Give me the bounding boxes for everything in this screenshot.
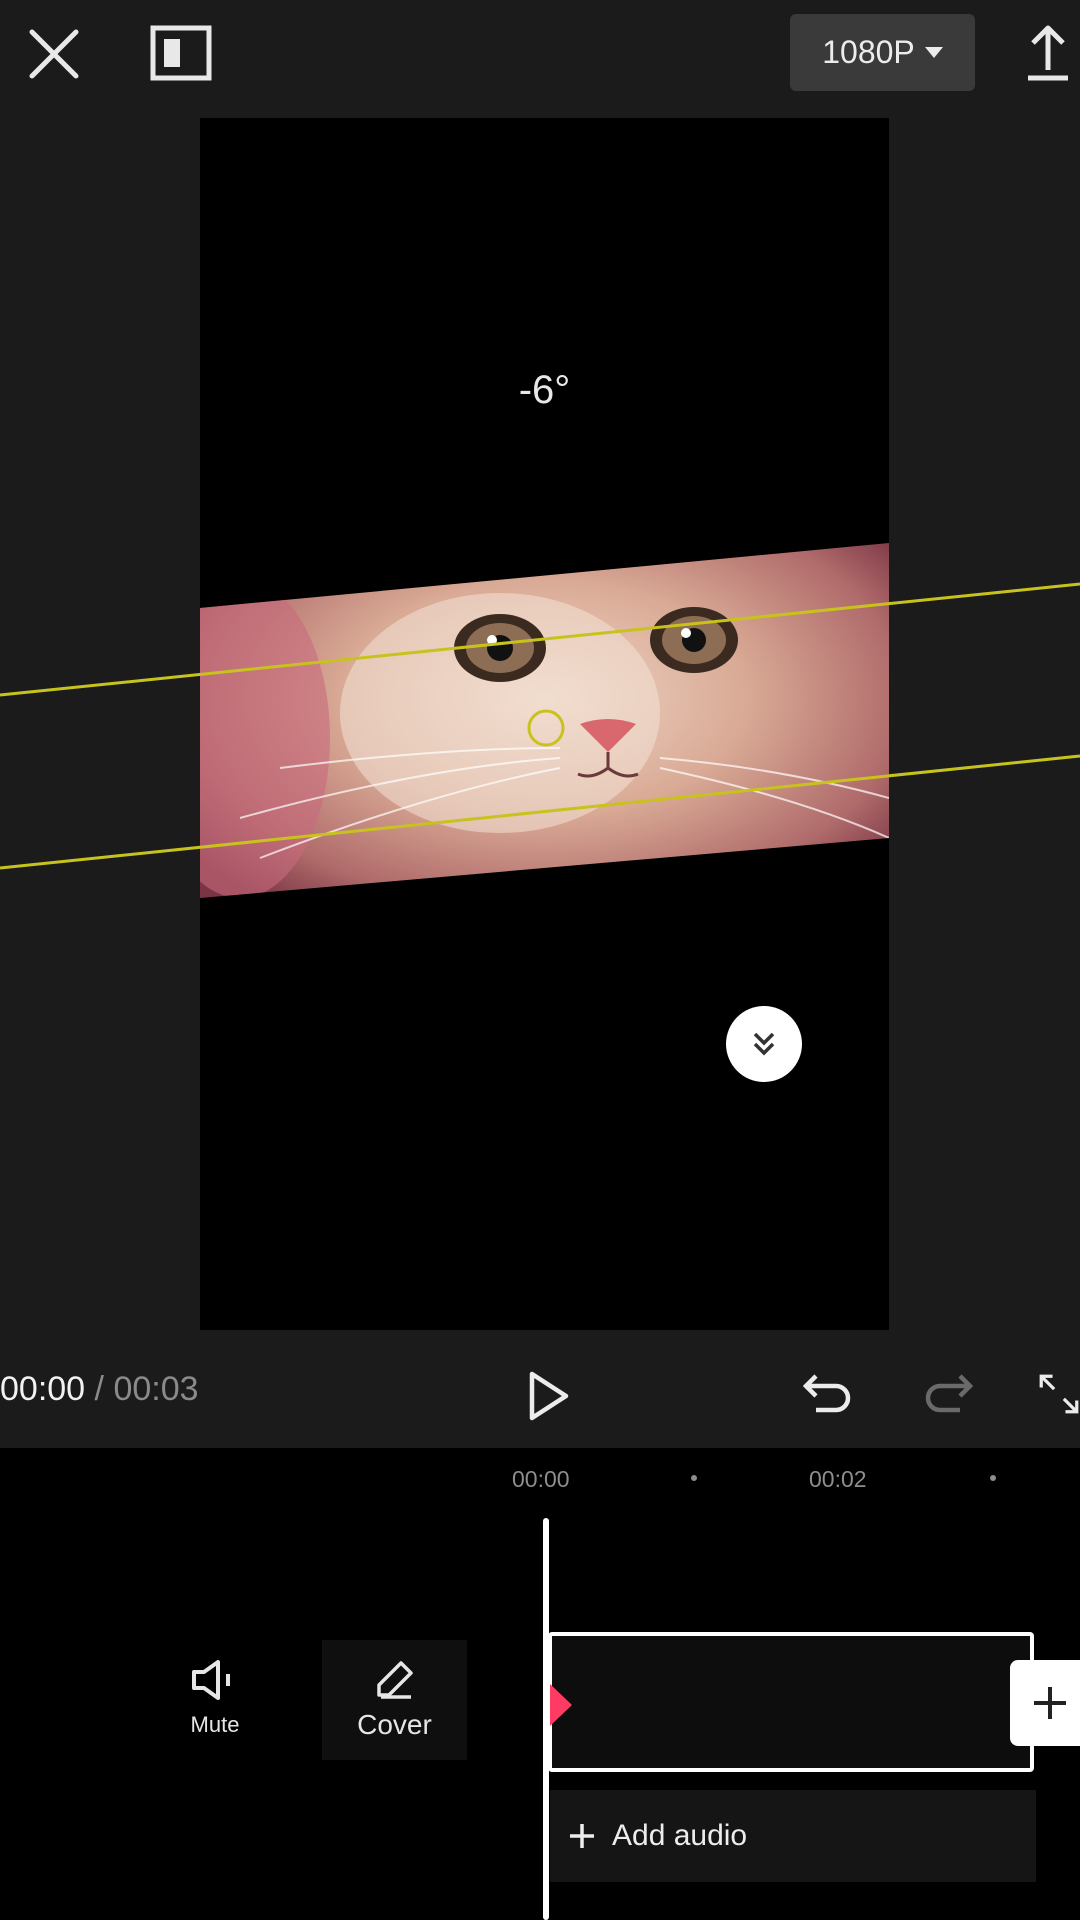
plus-icon [1034, 1687, 1066, 1719]
mute-button[interactable]: Mute [170, 1658, 260, 1738]
timeline-dot [691, 1475, 697, 1481]
close-icon[interactable] [22, 22, 86, 86]
cat-photo [200, 543, 889, 898]
pencil-icon [376, 1661, 413, 1699]
add-clip-button[interactable] [1010, 1660, 1080, 1746]
cover-label: Cover [357, 1709, 432, 1740]
resolution-label: 1080P [822, 34, 915, 70]
top-bar: 1080P [0, 0, 1080, 110]
cover-button[interactable]: Cover [322, 1640, 467, 1760]
playhead[interactable] [543, 1518, 549, 1920]
play-icon[interactable] [520, 1366, 576, 1426]
double-chevron-down-icon[interactable] [726, 1006, 802, 1082]
video-clip-track[interactable] [548, 1632, 1034, 1772]
fullscreen-icon[interactable] [1038, 1366, 1080, 1422]
keyframe-marker[interactable] [550, 1684, 572, 1726]
resolution-dropdown[interactable]: 1080P [790, 14, 975, 91]
plus-icon [570, 1824, 594, 1848]
chevron-down-icon [924, 47, 943, 58]
timeline-tick: 00:02 [809, 1466, 867, 1492]
video-preview[interactable]: -6° [200, 118, 889, 1330]
timeline-dot [990, 1475, 996, 1481]
mute-label: Mute [190, 1712, 240, 1737]
current-time: 00:00 [0, 1370, 86, 1408]
speaker-icon [192, 1660, 230, 1700]
total-time: 00:03 [113, 1370, 199, 1408]
time-separator: / [85, 1370, 114, 1408]
redo-icon[interactable] [920, 1366, 976, 1422]
add-audio-button[interactable]: Add audio [550, 1790, 1036, 1882]
add-audio-label: Add audio [612, 1819, 748, 1852]
layout-toggle-icon[interactable] [148, 22, 214, 84]
timeline-tick: 00:00 [512, 1466, 570, 1492]
timecode: 00:00 / 00:03 [0, 1370, 199, 1409]
undo-icon[interactable] [800, 1366, 856, 1422]
rotation-angle-label: -6° [518, 368, 571, 412]
export-upload-icon[interactable] [1020, 18, 1076, 86]
